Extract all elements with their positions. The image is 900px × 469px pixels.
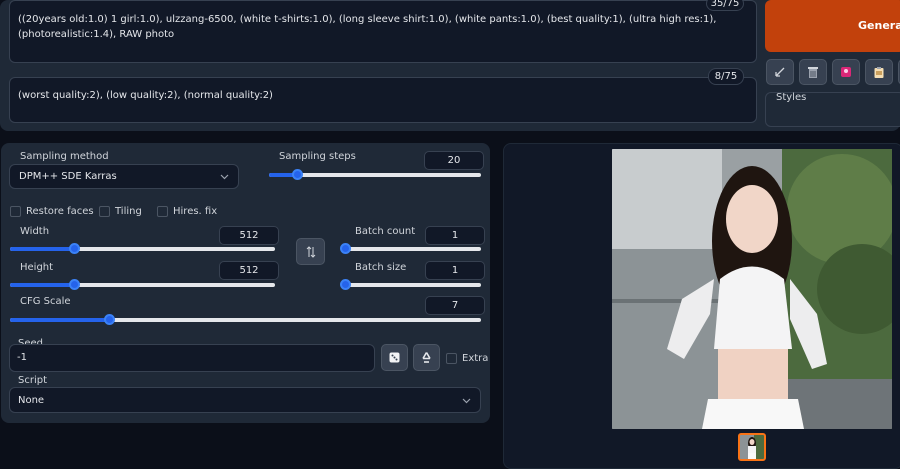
sampling-method-label: Sampling method bbox=[20, 151, 109, 162]
dice-icon bbox=[389, 352, 400, 363]
generate-button[interactable]: Generate bbox=[765, 0, 900, 52]
generate-label: Generate bbox=[858, 19, 900, 32]
height-label: Height bbox=[20, 262, 54, 273]
extra-networks-icon bbox=[841, 67, 851, 77]
script-select[interactable]: None bbox=[9, 387, 481, 413]
negative-prompt-token-count: 8/75 bbox=[708, 68, 744, 85]
styles-box[interactable]: Styles bbox=[765, 92, 900, 127]
read-params-button[interactable] bbox=[766, 59, 794, 85]
seed-input[interactable]: -1 bbox=[9, 344, 375, 372]
extra-checkbox[interactable] bbox=[446, 353, 457, 364]
sampling-steps-label: Sampling steps bbox=[279, 151, 356, 162]
styles-label: Styles bbox=[776, 92, 807, 103]
output-image[interactable] bbox=[612, 149, 892, 429]
swap-dimensions-button[interactable] bbox=[296, 238, 325, 265]
sampling-method-value: DPM++ SDE Karras bbox=[19, 171, 117, 182]
thumbnail[interactable] bbox=[738, 433, 766, 461]
prompt-textarea[interactable]: ((20years old:1.0) 1 girl:1.0), ulzzang-… bbox=[9, 0, 757, 63]
width-input[interactable]: 512 bbox=[219, 226, 279, 245]
trash-icon bbox=[808, 66, 818, 78]
batch-count-label: Batch count bbox=[355, 226, 416, 237]
width-label: Width bbox=[20, 226, 50, 237]
width-slider[interactable] bbox=[10, 243, 275, 254]
swap-icon bbox=[306, 245, 315, 258]
restore-faces-checkbox[interactable] bbox=[10, 206, 21, 217]
paste-button[interactable] bbox=[865, 59, 893, 85]
tiling-checkbox[interactable] bbox=[99, 206, 110, 217]
negative-prompt-textarea[interactable]: (worst quality:2), (low quality:2), (nor… bbox=[9, 77, 757, 123]
arrow-icon bbox=[775, 67, 785, 77]
hires-fix-checkbox[interactable] bbox=[157, 206, 168, 217]
hires-fix-label: Hires. fix bbox=[173, 206, 218, 217]
restore-faces-label: Restore faces bbox=[26, 206, 94, 217]
cfg-scale-slider[interactable] bbox=[10, 314, 481, 325]
script-value: None bbox=[18, 395, 45, 406]
height-slider[interactable] bbox=[10, 279, 275, 290]
clear-prompt-button[interactable] bbox=[799, 59, 827, 85]
generated-photo bbox=[612, 149, 892, 429]
negative-prompt-text: (worst quality:2), (low quality:2), (nor… bbox=[18, 90, 273, 101]
batch-count-input[interactable]: 1 bbox=[425, 226, 485, 245]
chevron-down-icon bbox=[220, 174, 229, 180]
tiling-label: Tiling bbox=[115, 206, 142, 217]
sampling-steps-slider[interactable] bbox=[269, 169, 481, 180]
prompt-token-count: 35/75 bbox=[706, 0, 744, 11]
chevron-down-icon bbox=[462, 398, 471, 404]
cfg-scale-label: CFG Scale bbox=[20, 296, 71, 307]
batch-size-slider[interactable] bbox=[340, 279, 481, 290]
recycle-icon bbox=[422, 352, 431, 363]
batch-size-input[interactable]: 1 bbox=[425, 261, 485, 280]
sampling-method-select[interactable]: DPM++ SDE Karras bbox=[9, 164, 239, 189]
sampling-steps-input[interactable]: 20 bbox=[424, 151, 484, 170]
batch-size-label: Batch size bbox=[355, 262, 407, 273]
prompt-text: ((20years old:1.0) 1 girl:1.0), ulzzang-… bbox=[18, 14, 717, 40]
batch-count-slider[interactable] bbox=[340, 243, 481, 254]
clipboard-icon bbox=[874, 66, 884, 78]
reuse-seed-button[interactable] bbox=[413, 344, 440, 371]
script-label: Script bbox=[18, 375, 48, 386]
extra-label: Extra bbox=[462, 353, 489, 364]
seed-value: -1 bbox=[17, 352, 27, 363]
extra-networks-button[interactable] bbox=[832, 59, 860, 85]
height-input[interactable]: 512 bbox=[219, 261, 279, 280]
cfg-scale-input[interactable]: 7 bbox=[425, 296, 485, 315]
random-seed-button[interactable] bbox=[381, 344, 408, 371]
thumbnail-photo bbox=[740, 435, 764, 459]
